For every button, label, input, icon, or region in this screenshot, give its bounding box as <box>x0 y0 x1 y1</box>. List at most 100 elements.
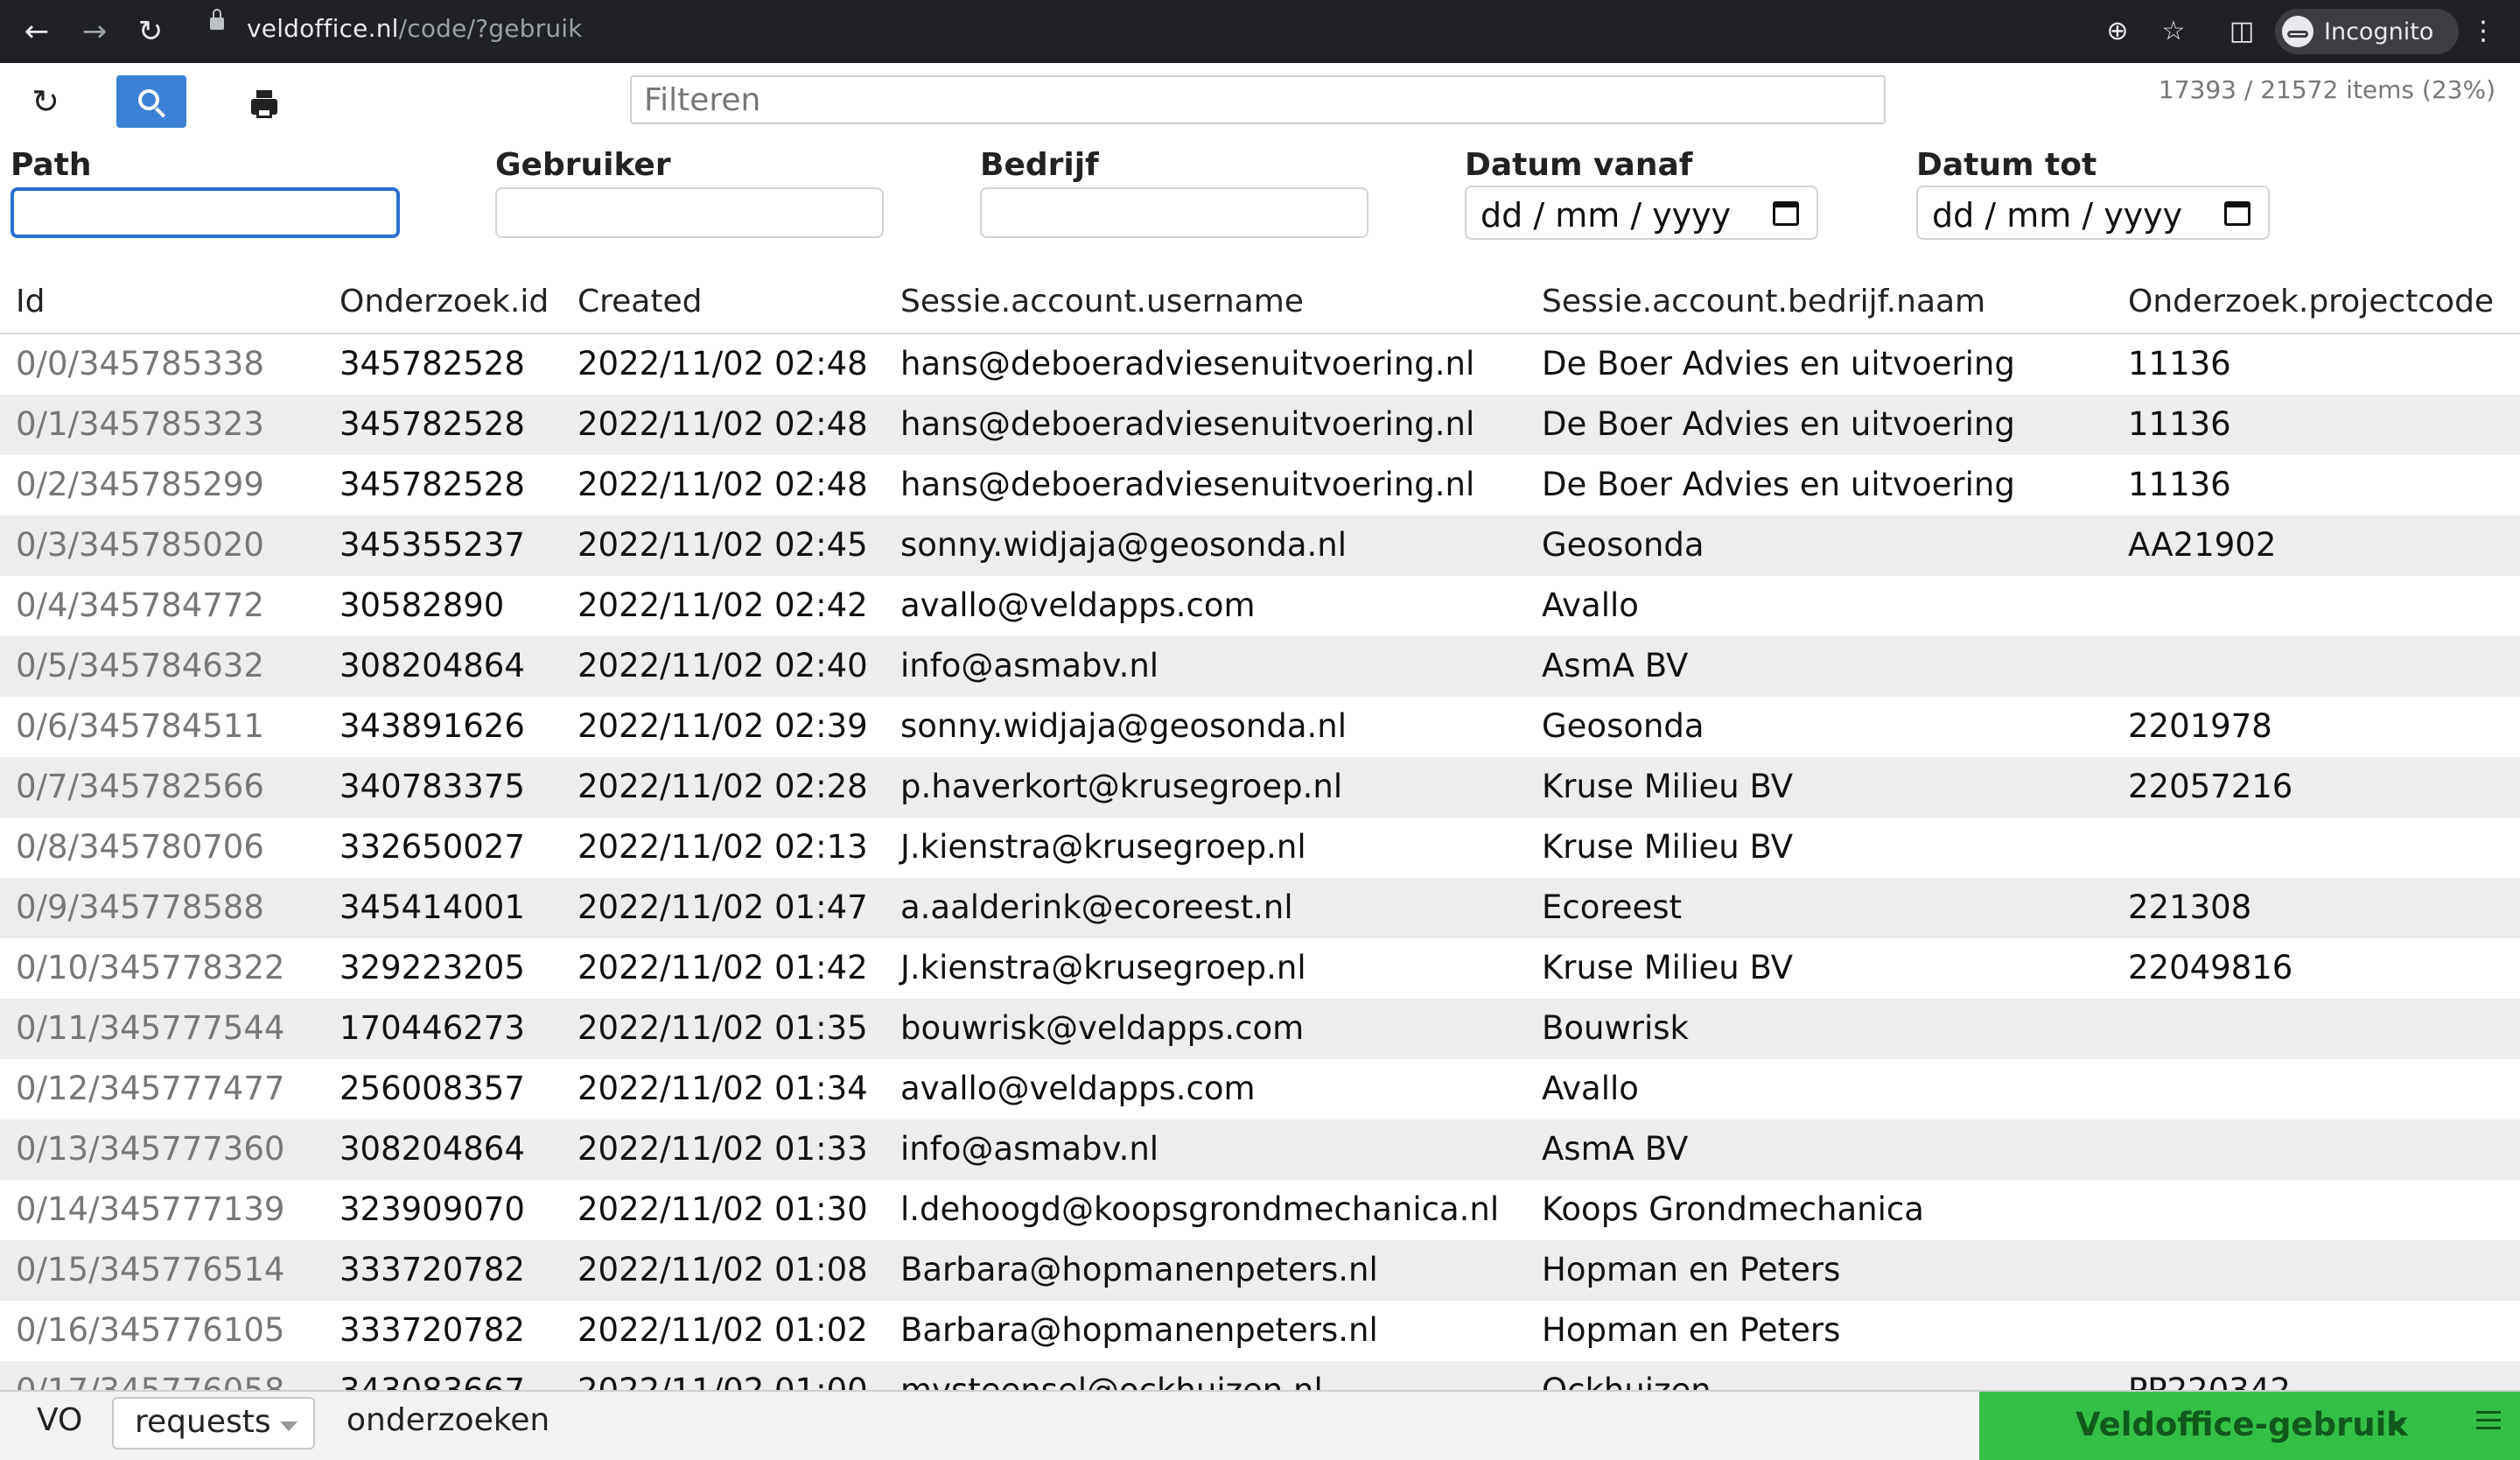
bedrijf-input[interactable] <box>980 187 1368 238</box>
cell-created: 2022/11/02 01:34 <box>578 1070 868 1107</box>
lock-icon[interactable] <box>210 9 224 30</box>
cell-bedrijf: Kruse Milieu BV <box>1542 828 1794 866</box>
column-header-projectcode[interactable]: Onderzoek.projectcode <box>2128 284 2494 319</box>
cell-id: 0/1/345785323 <box>16 405 264 443</box>
cell-onderzoek-id: 345782528 <box>340 466 525 503</box>
cell-username: mvsteensel@ockhuizen.nl <box>900 1372 1323 1390</box>
print-icon <box>251 90 277 118</box>
cell-bedrijf: Kruse Milieu BV <box>1542 949 1794 986</box>
datum-vanaf-input[interactable]: dd / mm / yyyy <box>1465 186 1818 240</box>
gebruiker-input[interactable] <box>495 187 884 238</box>
cell-username: Barbara@hopmanenpeters.nl <box>900 1251 1378 1288</box>
cell-username: bouwrisk@veldapps.com <box>900 1009 1305 1047</box>
datum-vanaf-placeholder: dd / mm / yyyy <box>1480 196 1732 235</box>
vo-tab[interactable]: VO <box>37 1402 82 1438</box>
table-row[interactable]: 0/17/345776058 343083667 2022/11/02 01:00 m… <box>0 1361 2520 1390</box>
table-row[interactable]: 0/4/345784772 30582890 2022/11/02 02:42 ava… <box>0 576 2520 636</box>
url-path: /code/?gebruik <box>398 14 583 43</box>
filter-input[interactable] <box>630 75 1886 124</box>
cell-username: a.aalderink@ecoreest.nl <box>900 888 1293 926</box>
table-row[interactable]: 0/1/345785323 345782528 2022/11/02 02:48 ha… <box>0 395 2520 455</box>
cell-created: 2022/11/02 02:13 <box>578 828 868 866</box>
cell-bedrijf: AsmA BV <box>1542 647 1689 684</box>
cell-bedrijf: De Boer Advies en uitvoering <box>1542 466 2015 503</box>
cell-id: 0/15/345776514 <box>16 1251 285 1288</box>
star-icon[interactable]: ☆ <box>2154 12 2193 51</box>
bedrijf-label: Bedrijf <box>980 147 1099 183</box>
datum-tot-input[interactable]: dd / mm / yyyy <box>1916 186 2270 240</box>
menu-icon[interactable] <box>2476 1411 2501 1437</box>
cell-id: 0/12/345777477 <box>16 1070 285 1107</box>
url-text[interactable]: veldoffice.nl/code/?gebruik <box>247 14 583 43</box>
cell-onderzoek-id: 343083667 <box>340 1372 525 1390</box>
table-row[interactable]: 0/9/345778588 345414001 2022/11/02 01:47 a.… <box>0 878 2520 938</box>
cell-onderzoek-id: 308204864 <box>340 647 525 684</box>
reload-icon[interactable]: ↻ <box>131 12 170 51</box>
table-row[interactable]: 0/8/345780706 332650027 2022/11/02 02:13 J.… <box>0 818 2520 878</box>
column-header-bedrijf[interactable]: Sessie.account.bedrijf.naam <box>1542 284 1985 319</box>
cell-id: 0/11/345777544 <box>16 1009 285 1047</box>
table-row[interactable]: 0/2/345785299 345782528 2022/11/02 02:48 ha… <box>0 455 2520 516</box>
cell-created: 2022/11/02 02:48 <box>578 466 868 503</box>
cell-projectcode: 11136 <box>2128 345 2231 383</box>
table-row[interactable]: 0/15/345776514 333720782 2022/11/02 01:08 B… <box>0 1240 2520 1301</box>
cell-projectcode: 22049816 <box>2128 949 2293 986</box>
table-row[interactable]: 0/5/345784632 308204864 2022/11/02 02:40 in… <box>0 636 2520 697</box>
column-header-username[interactable]: Sessie.account.username <box>900 284 1304 319</box>
table-row[interactable]: 0/3/345785020 345355237 2022/11/02 02:45 so… <box>0 516 2520 576</box>
cell-onderzoek-id: 345782528 <box>340 345 525 383</box>
bottom-bar: VO requests onderzoeken Veldoffice-gebru… <box>0 1390 2520 1460</box>
cell-onderzoek-id: 345782528 <box>340 405 525 443</box>
cell-username: J.kienstra@krusegroep.nl <box>900 828 1306 866</box>
cell-id: 0/5/345784632 <box>16 647 264 684</box>
column-header-id[interactable]: Id <box>16 284 45 319</box>
search-button[interactable] <box>116 75 186 128</box>
path-input[interactable] <box>10 187 400 238</box>
table-row[interactable]: 0/14/345777139 323909070 2022/11/02 01:30 l… <box>0 1180 2520 1240</box>
cell-onderzoek-id: 333720782 <box>340 1311 525 1349</box>
table-row[interactable]: 0/12/345777477 256008357 2022/11/02 01:34 a… <box>0 1059 2520 1120</box>
table-row[interactable]: 0/16/345776105 333720782 2022/11/02 01:02 B… <box>0 1301 2520 1361</box>
requests-dropdown[interactable]: requests <box>112 1397 315 1449</box>
app-menu-label: Veldoffice-gebruik <box>2076 1406 2408 1443</box>
cell-username: info@asmabv.nl <box>900 647 1159 684</box>
datum-tot-label: Datum tot <box>1916 147 2097 183</box>
table-row[interactable]: 0/0/345785338 345782528 2022/11/02 02:48 ha… <box>0 334 2520 395</box>
column-header-created[interactable]: Created <box>578 284 702 319</box>
calendar-icon[interactable] <box>2224 201 2250 226</box>
cell-created: 2022/11/02 01:08 <box>578 1251 868 1288</box>
cell-username: sonny.widjaja@geosonda.nl <box>900 707 1348 745</box>
item-count: 17393 / 21572 items (23%) <box>2158 75 2496 104</box>
cell-created: 2022/11/02 01:42 <box>578 949 868 986</box>
data-table: Id Onderzoek.id Created Sessie.account.u… <box>0 273 2520 1390</box>
table-row[interactable]: 0/10/345778322 329223205 2022/11/02 01:42 J… <box>0 938 2520 999</box>
cell-created: 2022/11/02 02:48 <box>578 345 868 383</box>
cell-created: 2022/11/02 01:47 <box>578 888 868 926</box>
print-button[interactable] <box>229 75 299 128</box>
chevron-down-icon <box>2388 1421 2405 1431</box>
zoom-icon[interactable]: ⊕ <box>2098 12 2137 51</box>
back-arrow-icon[interactable]: ← <box>18 12 56 51</box>
cell-projectcode: 11136 <box>2128 466 2231 503</box>
sidepanel-icon[interactable]: ◫ <box>2222 12 2261 51</box>
cell-created: 2022/11/02 02:45 <box>578 526 868 564</box>
calendar-icon[interactable] <box>1773 201 1799 226</box>
cell-id: 0/4/345784772 <box>16 586 264 624</box>
cell-bedrijf: AsmA BV <box>1542 1130 1689 1168</box>
cell-bedrijf: Avallo <box>1542 1070 1639 1107</box>
table-row[interactable]: 0/11/345777544 170446273 2022/11/02 01:35 b… <box>0 999 2520 1059</box>
table-row[interactable]: 0/6/345784511 343891626 2022/11/02 02:39 so… <box>0 697 2520 757</box>
refresh-button[interactable]: ↻ <box>10 75 80 128</box>
more-icon[interactable]: ⋮ <box>2464 12 2502 51</box>
cell-username: p.haverkort@krusegroep.nl <box>900 768 1343 805</box>
column-header-onderzoek-id[interactable]: Onderzoek.id <box>340 284 549 319</box>
forward-arrow-icon[interactable]: → <box>75 12 114 51</box>
app-menu-button[interactable]: Veldoffice-gebruik <box>1979 1392 2520 1460</box>
cell-created: 2022/11/02 01:02 <box>578 1311 868 1349</box>
cell-projectcode: 22057216 <box>2128 768 2293 805</box>
onderzoeken-tab[interactable]: onderzoeken <box>346 1402 550 1438</box>
cell-projectcode: PP220342 <box>2128 1372 2291 1390</box>
table-row[interactable]: 0/7/345782566 340783375 2022/11/02 02:28 p.… <box>0 757 2520 818</box>
incognito-badge[interactable]: Incognito <box>2275 9 2459 54</box>
table-row[interactable]: 0/13/345777360 308204864 2022/11/02 01:33 i… <box>0 1120 2520 1180</box>
